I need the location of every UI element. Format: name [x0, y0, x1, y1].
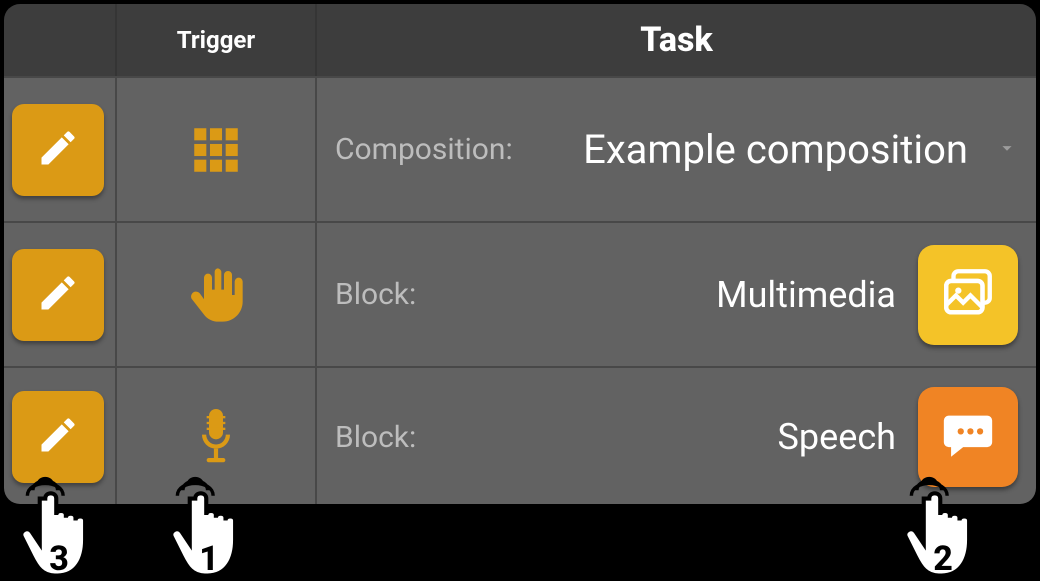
grid-icon: [187, 121, 245, 179]
microphone-icon: [188, 406, 244, 468]
task-cell-block: Block: Multimedia: [317, 221, 1036, 366]
task-cell-block: Block: Speech: [317, 366, 1036, 504]
gallery-icon: [939, 264, 997, 326]
pencil-icon: [36, 126, 80, 174]
block-value: Multimedia: [716, 274, 896, 316]
trigger-cell[interactable]: [117, 221, 317, 366]
edit-cell: [4, 76, 117, 221]
edit-button[interactable]: [12, 391, 104, 483]
block-value: Speech: [778, 416, 896, 458]
table-row: Composition: Example composition: [4, 76, 1036, 221]
pointer-number: 1: [166, 539, 252, 579]
header-trigger: Trigger: [117, 4, 317, 76]
config-table: Trigger Task: [4, 4, 1036, 504]
task-label: Block:: [335, 420, 416, 455]
task-cell-composition[interactable]: Composition: Example composition: [317, 76, 1036, 221]
edit-cell: [4, 366, 117, 504]
trigger-cell[interactable]: [117, 76, 317, 221]
edit-cell: [4, 221, 117, 366]
header-task: Task: [317, 4, 1036, 76]
task-label: Composition:: [335, 132, 513, 167]
table-body: Composition: Example composition: [4, 76, 1036, 504]
pencil-icon: [36, 271, 80, 319]
task-label: Block:: [335, 277, 416, 312]
edit-button[interactable]: [12, 249, 104, 341]
chevron-down-icon: [996, 137, 1018, 163]
table-row: Block: Speech: [4, 366, 1036, 504]
chat-icon: [939, 406, 997, 468]
pencil-icon: [36, 413, 80, 461]
header-edit-col: [4, 4, 117, 76]
speech-block-button[interactable]: [918, 387, 1018, 487]
hand-icon: [184, 263, 248, 327]
multimedia-block-button[interactable]: [918, 245, 1018, 345]
composition-value: Example composition: [583, 126, 968, 173]
composition-dropdown[interactable]: Example composition: [541, 126, 1018, 173]
edit-button[interactable]: [12, 104, 104, 196]
pointer-number: 3: [16, 539, 102, 579]
trigger-cell[interactable]: [117, 366, 317, 504]
pointer-number: 2: [900, 539, 986, 579]
table-row: Block: Multimedia: [4, 221, 1036, 366]
table-header: Trigger Task: [4, 4, 1036, 76]
